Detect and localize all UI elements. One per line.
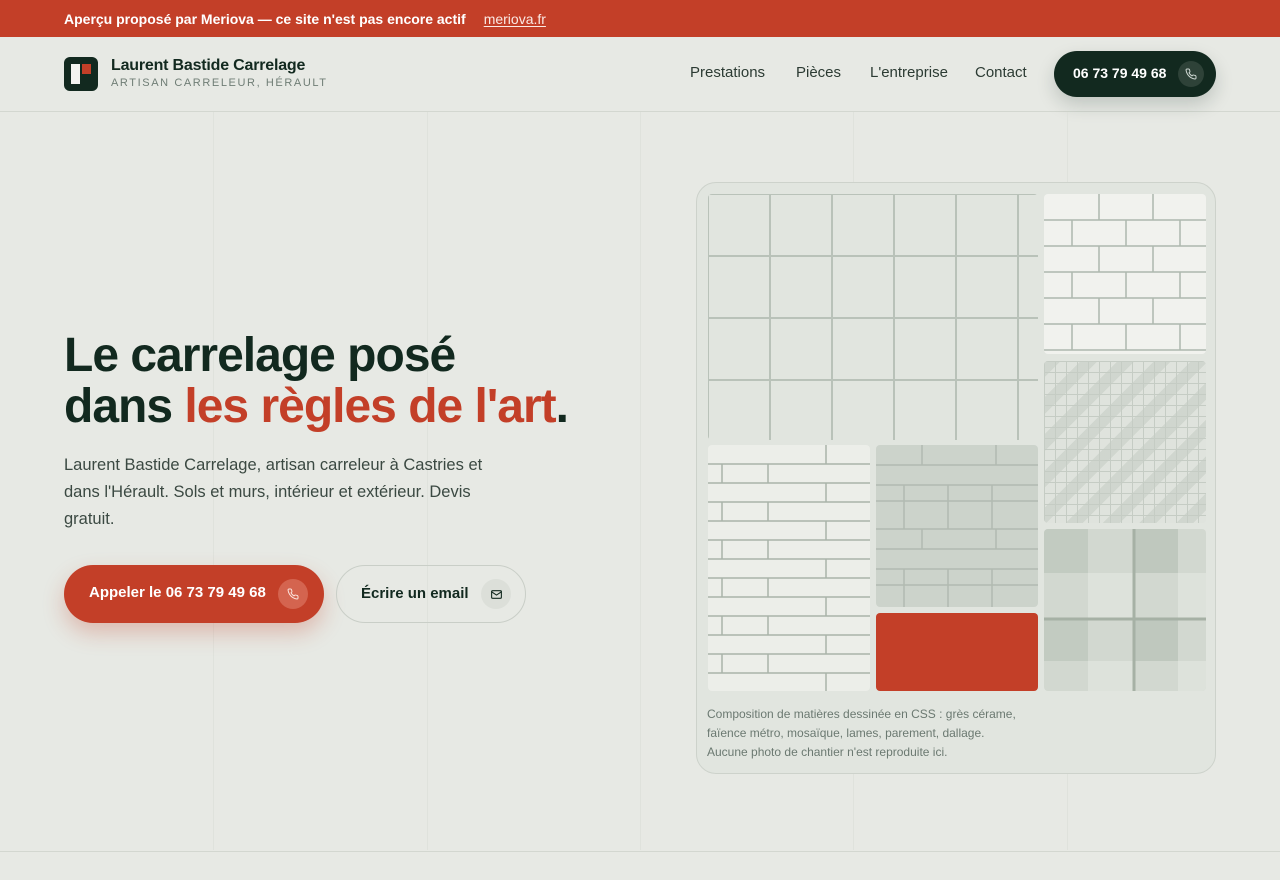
call-button[interactable]: Appeler le 06 73 79 49 68 (64, 565, 324, 623)
brand-tagline: ARTISAN CARRELEUR, HÉRAULT (111, 77, 328, 89)
hero-title-accent: les règles de l'art (184, 380, 556, 433)
phone-icon (1178, 61, 1204, 87)
nav-item-prestations[interactable]: Prestations (690, 64, 765, 81)
phone-icon (278, 579, 308, 609)
header-phone-button[interactable]: 06 73 79 49 68 (1054, 51, 1216, 97)
brand-name[interactable]: Laurent Bastide Carrelage (111, 57, 305, 75)
hero-title-line2-post: . (555, 380, 569, 433)
nav-item-entreprise[interactable]: L'entreprise (870, 64, 948, 81)
caption-line-2: faïence métro, mosaïque, lames, parement… (707, 726, 985, 740)
caption-line-3: Aucune photo de chantier n'est reproduit… (707, 745, 948, 759)
preview-banner: Aperçu proposé par Meriova — ce site n'e… (0, 0, 1280, 37)
tile-faience-metro (1044, 194, 1206, 354)
hero-title-line2-pre: dans (64, 380, 185, 433)
call-button-label: Appeler le 06 73 79 49 68 (89, 584, 266, 601)
tile-parement (876, 445, 1038, 607)
composition-caption: Composition de matières dessinée en CSS … (707, 705, 1067, 762)
meriova-link[interactable]: meriova.fr (484, 11, 546, 27)
nav-item-pieces[interactable]: Pièces (796, 64, 841, 81)
mail-icon (481, 579, 511, 609)
tile-mosaique (1044, 361, 1206, 523)
email-button[interactable]: Écrire un email (336, 565, 526, 623)
email-button-label: Écrire un email (361, 585, 469, 602)
tile-accent-red (876, 613, 1038, 691)
tile-lames (708, 445, 870, 691)
hero-title-line1: Le carrelage posé (64, 329, 456, 382)
background-guide (640, 112, 641, 850)
tile-dallage (1044, 529, 1206, 691)
nav-item-contact[interactable]: Contact (975, 64, 1027, 81)
site-header: Laurent Bastide Carrelage ARTISAN CARREL… (0, 37, 1280, 112)
hero-lead: Laurent Bastide Carrelage, artisan carre… (64, 456, 483, 528)
header-phone-label: 06 73 79 49 68 (1073, 65, 1167, 81)
tile-gres-cerame (708, 194, 1038, 440)
section-divider (0, 851, 1280, 852)
tile-composition-card: Composition de matières dessinée en CSS … (696, 182, 1216, 774)
preview-banner-text: Aperçu proposé par Meriova — ce site n'e… (64, 10, 466, 27)
logo-icon[interactable] (64, 57, 98, 91)
hero-title: Le carrelage posé dans les règles de l'a… (64, 330, 664, 432)
caption-line-1: Composition de matières dessinée en CSS … (707, 707, 1016, 721)
